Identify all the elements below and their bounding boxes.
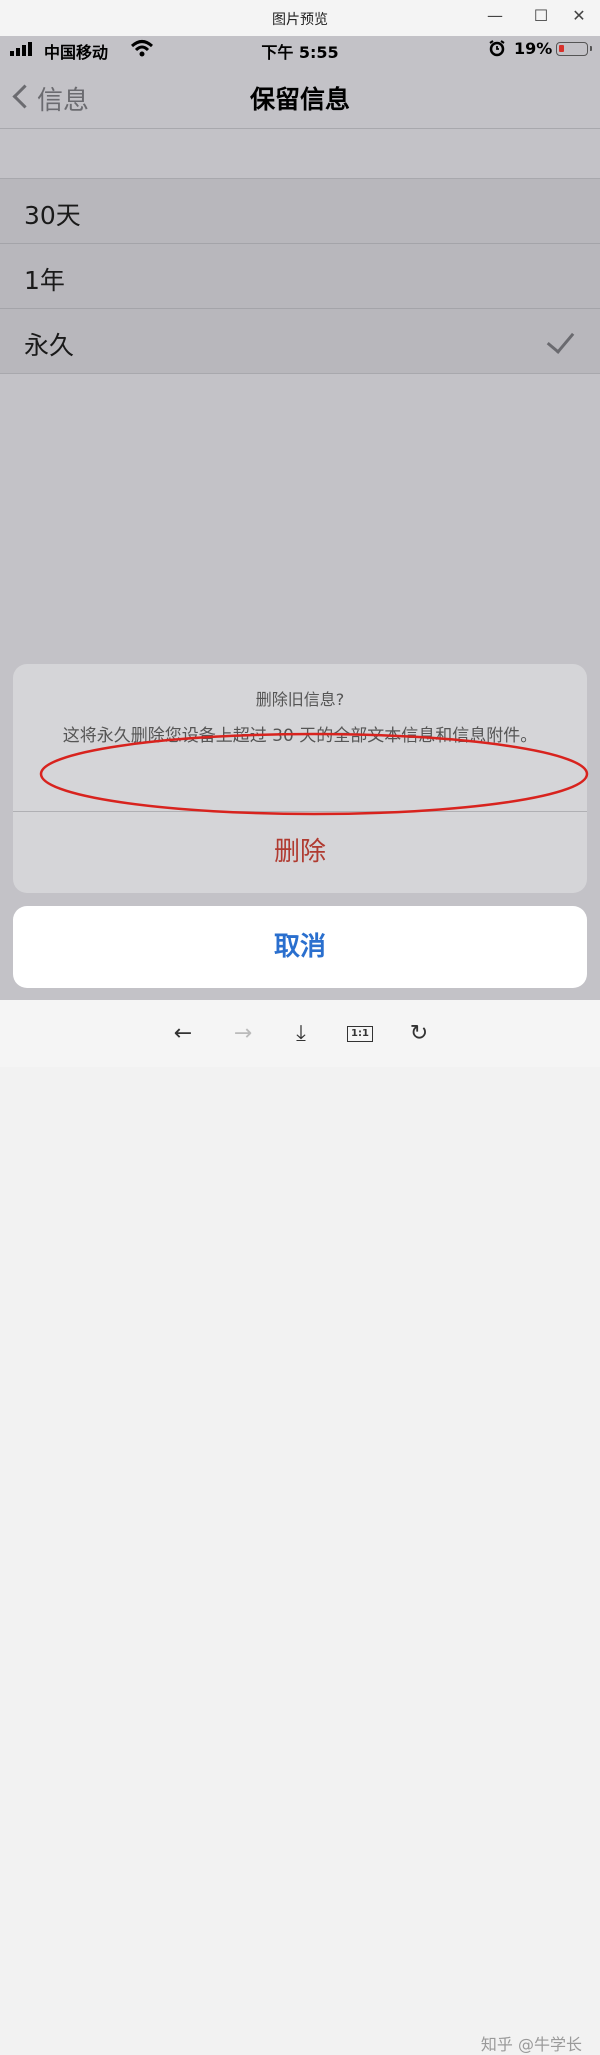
option-30-days[interactable]: 30天 [0,179,600,244]
page-title: 保留信息 [249,85,350,114]
option-label: 1年 [24,266,65,295]
close-button[interactable]: ✕ [566,4,592,28]
retention-options-list: 30天 1年 永久 [0,178,600,374]
delete-button[interactable]: 删除 [13,812,587,893]
battery-icon [556,42,592,56]
option-label: 30天 [24,201,81,230]
cancel-button[interactable]: 取消 [13,906,587,988]
battery-terminal [590,46,592,51]
battery-percent: 19% [514,39,553,58]
maximize-button[interactable]: ☐ [528,4,554,28]
highlight-ellipse [39,732,589,816]
minimize-button[interactable]: — [482,4,508,28]
download-icon[interactable]: ⤓ [286,1019,316,1049]
checkmark-icon [546,325,575,354]
option-forever[interactable]: 永久 [0,309,600,373]
battery-level [559,45,564,52]
watermark-text: 知乎 @牛学长 [480,2035,582,2054]
option-1-year[interactable]: 1年 [0,244,600,309]
annotation-ellipse [39,732,589,816]
window-titlebar: 图片预览 — ☐ ✕ [0,0,600,37]
option-label: 永久 [24,331,75,360]
next-icon[interactable]: → [228,1019,258,1049]
phone-screenshot: 中国移动 下午 5:55 19% 信息 保留信息 30天 1年 永久 删除旧信息… [0,36,600,1000]
window-title: 图片预览 [272,12,328,28]
actual-size-label: 1:1 [347,1026,373,1042]
sheet-title: 删除旧信息? [255,690,345,709]
viewer-toolbar: ← → ⤓ 1:1 ↻ 知乎 @牛学长 [0,1000,600,2054]
actual-size-button[interactable]: 1:1 [345,1019,375,1049]
navigation-bar: 信息 保留信息 [0,62,600,129]
status-bar: 中国移动 下午 5:55 19% [0,36,600,62]
status-time: 下午 5:55 [261,43,339,62]
alarm-icon [489,40,505,57]
previous-icon[interactable]: ← [168,1019,198,1049]
rotate-icon[interactable]: ↻ [404,1019,434,1049]
